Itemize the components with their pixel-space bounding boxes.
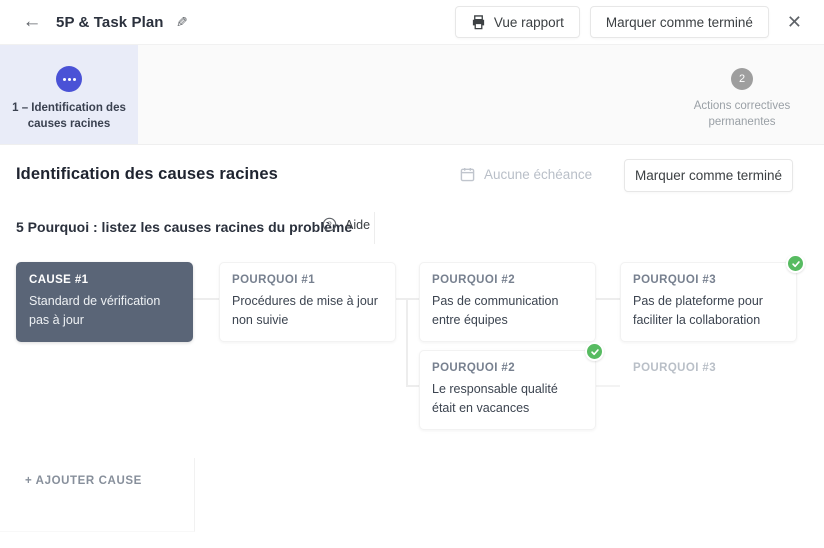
step-1-label: 1 – Identification des causes racines	[12, 102, 126, 130]
card-label: POURQUOI #2	[432, 362, 516, 374]
due-date-control[interactable]: Aucune échéance	[460, 167, 592, 182]
connector-line	[406, 298, 419, 300]
edit-title-icon[interactable]: ✎	[176, 14, 188, 31]
help-icon: ?	[322, 217, 337, 232]
connector-line	[406, 298, 408, 387]
mark-complete-section-button[interactable]: Marquer comme terminé	[624, 159, 793, 192]
mark-complete-header-label: Marquer comme terminé	[605, 14, 753, 30]
card-label: POURQUOI #2	[432, 274, 516, 286]
card-text: Standard de vérification pas à jour	[29, 294, 161, 327]
due-date-label: Aucune échéance	[484, 167, 593, 182]
step-tab-2-actions-correctives[interactable]: 2 Actions correctives permanentes	[660, 45, 824, 144]
step-2-label: Actions correctives permanentes	[693, 100, 791, 128]
subtitle-row: 5 Pourquoi : listez les causes racines d…	[0, 212, 824, 246]
mark-complete-header-button[interactable]: Marquer comme terminé	[589, 6, 769, 38]
card-text: Le responsable qualité était en vacances	[432, 382, 558, 415]
connector-line	[396, 298, 407, 300]
mark-complete-section-label: Marquer comme terminé	[634, 168, 783, 183]
step-2-number-badge: 2	[731, 68, 753, 90]
card-text: Pas de communication entre équipes	[432, 294, 559, 327]
divider	[374, 212, 375, 244]
section-title: Identification des causes racines	[16, 165, 278, 183]
five-whys-app: ← 5P & Task Plan ✎ Vue rapport Marquer c…	[0, 0, 824, 548]
step-tab-1-identification[interactable]: 1 – Identification des causes racines	[0, 45, 138, 144]
why-card-3b-placeholder[interactable]: POURQUOI #3	[620, 350, 797, 421]
back-button[interactable]: ←	[20, 10, 44, 34]
header: ← 5P & Task Plan ✎ Vue rapport Marquer c…	[0, 0, 824, 44]
connector-line	[596, 385, 620, 387]
card-label: POURQUOI #1	[232, 274, 316, 286]
connector-line	[596, 298, 620, 300]
connector-line	[193, 298, 219, 300]
help-button[interactable]: ? Aide	[322, 217, 370, 232]
calendar-icon	[460, 167, 475, 182]
step-1-in-progress-icon	[56, 66, 82, 92]
add-cause-button[interactable]: + AJOUTER CAUSE	[25, 470, 142, 492]
why-card-3[interactable]: POURQUOI #3 Pas de plateforme pour facil…	[620, 254, 805, 342]
card-label: POURQUOI #3	[633, 362, 717, 374]
cause-card-1[interactable]: CAUSE #1 Standard de vérification pas à …	[16, 262, 193, 342]
page-title: 5P & Task Plan	[56, 13, 164, 31]
close-icon[interactable]: ✕	[785, 11, 804, 33]
card-text: Pas de plateforme pour faciliter la coll…	[633, 294, 763, 327]
card-label: CAUSE #1	[29, 274, 89, 286]
connector-line	[406, 385, 419, 387]
card-label: POURQUOI #3	[633, 274, 717, 286]
why-card-1[interactable]: POURQUOI #1 Procédures de mise à jour no…	[219, 262, 396, 342]
printer-icon	[471, 14, 486, 30]
why-card-2[interactable]: POURQUOI #2 Pas de communication entre é…	[419, 262, 596, 342]
report-view-label: Vue rapport	[493, 14, 564, 30]
five-whys-subtitle: 5 Pourquoi : listez les causes racines d…	[16, 219, 353, 235]
help-label: Aide	[345, 217, 371, 232]
report-view-button[interactable]: Vue rapport	[454, 6, 580, 38]
section-header: Identification des causes racines Aucune…	[0, 146, 824, 202]
step-nav: 1 – Identification des causes racines 2 …	[0, 44, 824, 145]
svg-text:?: ?	[327, 220, 332, 229]
check-icon	[786, 254, 805, 273]
why-card-2b[interactable]: POURQUOI #2 Le responsable qualité était…	[419, 342, 604, 430]
check-icon	[585, 342, 604, 361]
card-text: Procédures de mise à jour non suivie	[232, 294, 378, 327]
